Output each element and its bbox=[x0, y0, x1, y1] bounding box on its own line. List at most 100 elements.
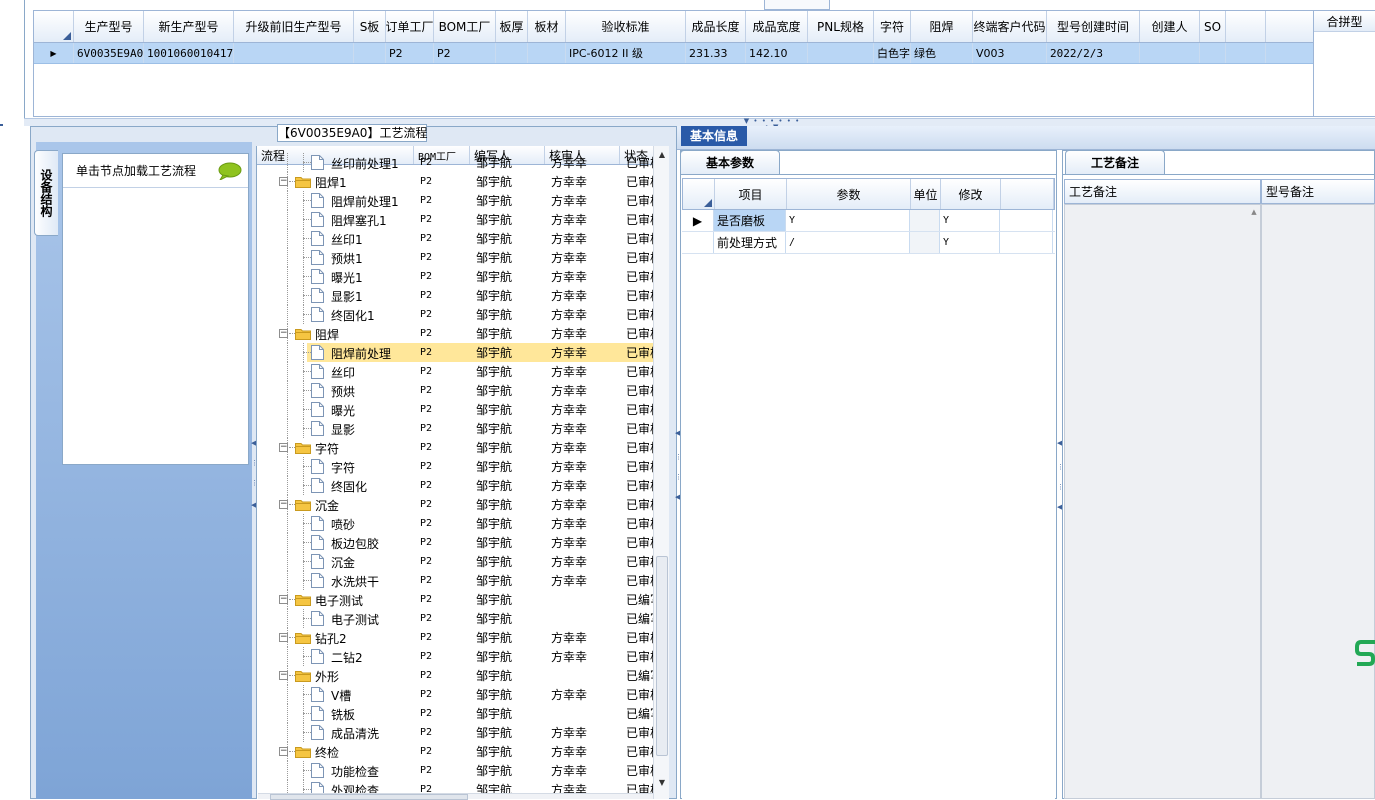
collapse-toggle-icon[interactable]: − bbox=[279, 671, 288, 680]
row-indicator-icon[interactable]: ▶ bbox=[34, 43, 74, 63]
tree-node[interactable]: 曝光 bbox=[257, 400, 414, 419]
cell[interactable] bbox=[354, 43, 386, 63]
column-header[interactable]: PNL规格 bbox=[808, 11, 874, 42]
column-header[interactable]: S板 bbox=[354, 11, 386, 42]
tree-row[interactable]: − 阻焊 P2 邹宇航 方幸幸 已审核 bbox=[257, 324, 657, 343]
tree-row[interactable]: 预烘 P2 邹宇航 方幸幸 已审核 bbox=[257, 381, 657, 400]
tree-node[interactable]: 终固化 bbox=[257, 476, 414, 495]
note-scroll-up-icon[interactable]: ▲ bbox=[1248, 206, 1260, 218]
cell[interactable]: 10010600104178 bbox=[144, 43, 234, 63]
tree-row[interactable]: − 字符 P2 邹宇航 方幸幸 已审核 bbox=[257, 438, 657, 457]
tree-node[interactable]: 电子测试 bbox=[257, 609, 414, 628]
cell[interactable]: 142.10 bbox=[746, 43, 808, 63]
tree-row[interactable]: − 外形 P2 邹宇航 已编写 bbox=[257, 666, 657, 685]
tree-row[interactable]: 成品清洗 P2 邹宇航 方幸幸 已审核 bbox=[257, 723, 657, 742]
params-column-header[interactable]: 项目 bbox=[715, 179, 787, 209]
params-row[interactable]: ▶ 是否磨板 Y Y bbox=[682, 210, 1055, 232]
tree-row[interactable]: 功能检查 P2 邹宇航 方幸幸 已审核 bbox=[257, 761, 657, 780]
tree-node[interactable]: 成品清洗 bbox=[257, 723, 414, 742]
collapse-toggle-icon[interactable]: − bbox=[279, 329, 288, 338]
column-header[interactable]: SO bbox=[1200, 11, 1226, 42]
tree-node[interactable]: 预烘 bbox=[257, 381, 414, 400]
tree-node[interactable]: 丝印前处理1 bbox=[257, 153, 414, 172]
tree-node[interactable]: − 外形 bbox=[257, 666, 414, 685]
middle-collapse-arrows[interactable]: ◀ ⋮ ⋮ ◀ bbox=[675, 430, 682, 510]
tree-row[interactable]: − 钻孔2 P2 邹宇航 方幸幸 已审核 bbox=[257, 628, 657, 647]
tree-row[interactable]: 曝光1 P2 邹宇航 方幸幸 已审核 bbox=[257, 267, 657, 286]
tree-row[interactable]: 终固化1 P2 邹宇航 方幸幸 已审核 bbox=[257, 305, 657, 324]
tree-node[interactable]: 丝印1 bbox=[257, 229, 414, 248]
tree-node[interactable]: 丝印 bbox=[257, 362, 414, 381]
cell[interactable]: 2022/2/3 bbox=[1047, 43, 1140, 63]
column-header[interactable]: 阻焊 bbox=[911, 11, 973, 42]
tree-row[interactable]: 电子测试 P2 邹宇航 已编写 bbox=[257, 609, 657, 628]
tree-row[interactable]: − 电子测试 P2 邹宇航 已编写 bbox=[257, 590, 657, 609]
column-header[interactable]: 字符 bbox=[874, 11, 911, 42]
tree-node[interactable]: 阻焊前处理 bbox=[257, 343, 414, 362]
collapse-toggle-icon[interactable]: − bbox=[279, 443, 288, 452]
tree-node[interactable]: 阻焊前处理1 bbox=[257, 191, 414, 210]
tree-row[interactable]: − 沉金 P2 邹宇航 方幸幸 已审核 bbox=[257, 495, 657, 514]
params-value-cell[interactable]: Y bbox=[786, 210, 910, 231]
tree-node[interactable]: 阻焊塞孔1 bbox=[257, 210, 414, 229]
tab-process-notes[interactable]: 工艺备注 bbox=[1065, 150, 1165, 174]
tree-node[interactable]: 显影1 bbox=[257, 286, 414, 305]
node-hint-header[interactable]: 单击节点加载工艺流程 bbox=[63, 154, 248, 188]
tab-device-structure[interactable]: 设备结构 bbox=[34, 150, 58, 236]
model-note-textarea[interactable] bbox=[1261, 204, 1375, 799]
tree-row[interactable]: 预烘1 P2 邹宇航 方幸幸 已审核 bbox=[257, 248, 657, 267]
cell[interactable]: 6V0035E9A0 bbox=[74, 43, 144, 63]
cell[interactable]: P2 bbox=[386, 43, 434, 63]
tree-row[interactable]: 丝印1 P2 邹宇航 方幸幸 已审核 bbox=[257, 229, 657, 248]
cell[interactable] bbox=[528, 43, 566, 63]
tree-row[interactable]: − 终检 P2 邹宇航 方幸幸 已审核 bbox=[257, 742, 657, 761]
tree-row[interactable]: 水洗烘干 P2 邹宇航 方幸幸 已审核 bbox=[257, 571, 657, 590]
tree-node[interactable]: − 沉金 bbox=[257, 495, 414, 514]
tree-node[interactable]: − 终检 bbox=[257, 742, 414, 761]
tree-row[interactable]: 字符 P2 邹宇航 方幸幸 已审核 bbox=[257, 457, 657, 476]
tree-row[interactable]: 显影 P2 邹宇航 方幸幸 已审核 bbox=[257, 419, 657, 438]
tree-row[interactable]: 二钻2 P2 邹宇航 方幸幸 已审核 bbox=[257, 647, 657, 666]
tree-node[interactable]: 沉金 bbox=[257, 552, 414, 571]
tree-node[interactable]: 二钻2 bbox=[257, 647, 414, 666]
splitter-grip-icon[interactable]: ▼ • • • • • • • ▼ bbox=[740, 118, 804, 131]
cell[interactable] bbox=[1140, 43, 1200, 63]
tree-node[interactable]: 预烘1 bbox=[257, 248, 414, 267]
cell[interactable] bbox=[1200, 43, 1226, 63]
column-header[interactable]: 板材 bbox=[528, 11, 566, 42]
tree-node[interactable]: − 字符 bbox=[257, 438, 414, 457]
tree-node[interactable]: − 电子测试 bbox=[257, 590, 414, 609]
scroll-up-icon[interactable]: ▲ bbox=[654, 148, 670, 162]
tree-node[interactable]: 喷砂 bbox=[257, 514, 414, 533]
collapse-toggle-icon[interactable]: − bbox=[279, 633, 288, 642]
column-header[interactable]: 型号创建时间 bbox=[1047, 11, 1140, 42]
collapse-toggle-icon[interactable]: − bbox=[279, 747, 288, 756]
cell[interactable]: P2 bbox=[434, 43, 496, 63]
cell[interactable]: V003 bbox=[973, 43, 1047, 63]
tree-scroll-thumb[interactable] bbox=[656, 556, 668, 756]
tree-horizontal-scrollbar[interactable] bbox=[258, 793, 653, 800]
collapse-toggle-icon[interactable]: − bbox=[279, 177, 288, 186]
tree-row[interactable]: V槽 P2 邹宇航 方幸幸 已审核 bbox=[257, 685, 657, 704]
column-header[interactable]: 成品宽度 bbox=[746, 11, 808, 42]
tab-basic-info[interactable]: 基本信息 bbox=[681, 126, 747, 146]
horizontal-splitter[interactable] bbox=[24, 118, 1375, 126]
cell[interactable]: 231.33 bbox=[686, 43, 746, 63]
process-note-textarea[interactable] bbox=[1064, 204, 1261, 799]
left-collapse-arrows[interactable]: ◀ ⋮ ⋮ ◀ bbox=[251, 440, 258, 510]
cell[interactable] bbox=[234, 43, 354, 63]
tree-node[interactable]: − 钻孔2 bbox=[257, 628, 414, 647]
tree-row[interactable]: 显影1 P2 邹宇航 方幸幸 已审核 bbox=[257, 286, 657, 305]
tree-node[interactable]: − 阻焊1 bbox=[257, 172, 414, 191]
cell[interactable]: IPC-6012 II 级 bbox=[566, 43, 686, 63]
params-modify-cell[interactable]: Y bbox=[940, 232, 1000, 253]
cell[interactable]: 绿色 bbox=[911, 43, 973, 63]
tab-basic-params[interactable]: 基本参数 bbox=[680, 150, 780, 174]
tree-node[interactable]: 显影 bbox=[257, 419, 414, 438]
tree-row[interactable]: 曝光 P2 邹宇航 方幸幸 已审核 bbox=[257, 400, 657, 419]
tree-node[interactable]: 字符 bbox=[257, 457, 414, 476]
tree-node[interactable]: 曝光1 bbox=[257, 267, 414, 286]
collapse-toggle-icon[interactable]: − bbox=[279, 595, 288, 604]
tree-row[interactable]: − 阻焊1 P2 邹宇航 方幸幸 已审核 bbox=[257, 172, 657, 191]
right-collapse-arrows[interactable]: ◀ ⋮ ⋮ ◀ bbox=[1057, 440, 1064, 520]
